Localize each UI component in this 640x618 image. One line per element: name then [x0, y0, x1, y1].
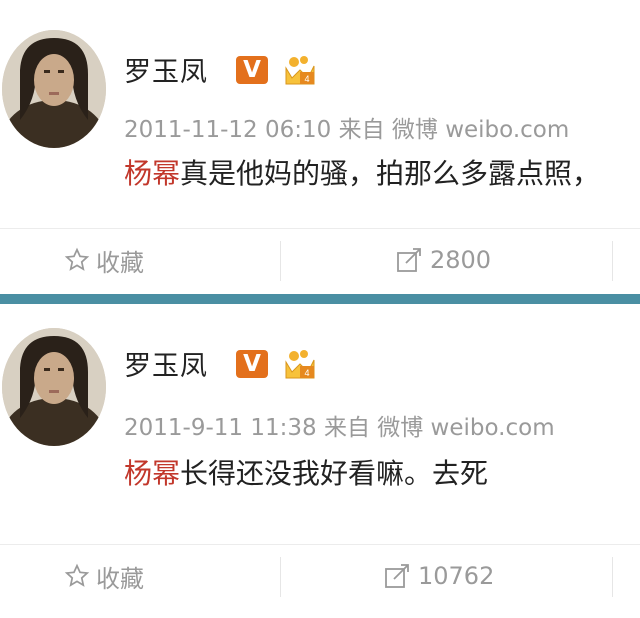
post-body: 真是他妈的骚，拍那么多露点照，: [180, 157, 601, 190]
repost-button[interactable]: 2800: [396, 229, 491, 291]
avatar-image: [2, 30, 106, 148]
star-outline-icon: [64, 563, 90, 587]
favorite-label: 收藏: [96, 248, 144, 277]
weibo-post: 罗玉凤 V 4 2011-9-11 11:38 来自 微博 weibo.com …: [0, 304, 640, 618]
action-bar: 收藏 2800: [0, 228, 640, 291]
svg-text:4: 4: [304, 368, 309, 378]
divider: [280, 241, 281, 281]
star-outline-icon: [64, 247, 90, 271]
favorite-label: 收藏: [96, 564, 144, 593]
divider: [280, 557, 281, 597]
favorite-button[interactable]: 收藏: [64, 545, 144, 607]
verified-badge: V: [236, 56, 268, 84]
vip-crown-icon[interactable]: 4: [282, 346, 320, 382]
mention-link[interactable]: 杨幂: [124, 457, 180, 490]
post-source[interactable]: 来自 微博 weibo.com: [339, 117, 570, 143]
repost-icon: [385, 564, 409, 588]
repost-button[interactable]: 10762: [384, 545, 494, 607]
post-meta: 2011-11-12 06:10 来自 微博 weibo.com: [124, 110, 569, 144]
repost-count: 2800: [430, 246, 492, 274]
timestamp[interactable]: 2011-9-11 11:38: [124, 415, 317, 441]
post-divider: [0, 294, 640, 304]
author-name[interactable]: 罗玉凤: [124, 50, 208, 89]
divider: [612, 241, 613, 281]
post-text: 杨幂真是他妈的骚，拍那么多露点照，: [124, 152, 640, 192]
verified-badge: V: [236, 350, 268, 378]
vip-crown-icon[interactable]: 4: [282, 52, 320, 88]
avatar[interactable]: [2, 328, 106, 446]
mention-link[interactable]: 杨幂: [124, 157, 180, 190]
post-text: 杨幂长得还没我好看嘛。去死: [124, 452, 640, 492]
svg-text:4: 4: [304, 74, 309, 84]
post-source[interactable]: 来自 微博 weibo.com: [324, 415, 555, 441]
repost-icon: [397, 248, 421, 272]
post-body: 长得还没我好看嘛。去死: [180, 457, 489, 490]
avatar-image: [2, 328, 106, 446]
divider: [612, 557, 613, 597]
repost-count: 10762: [418, 562, 495, 590]
author-name[interactable]: 罗玉凤: [124, 344, 208, 383]
timestamp[interactable]: 2011-11-12 06:10: [124, 117, 331, 143]
favorite-button[interactable]: 收藏: [64, 229, 144, 291]
weibo-post: 罗玉凤 V 4 2011-11-12 06:10 来自 微博 weibo.com…: [0, 0, 640, 294]
action-bar: 收藏 10762: [0, 544, 640, 607]
post-meta: 2011-9-11 11:38 来自 微博 weibo.com: [124, 408, 555, 442]
avatar[interactable]: [2, 30, 106, 148]
